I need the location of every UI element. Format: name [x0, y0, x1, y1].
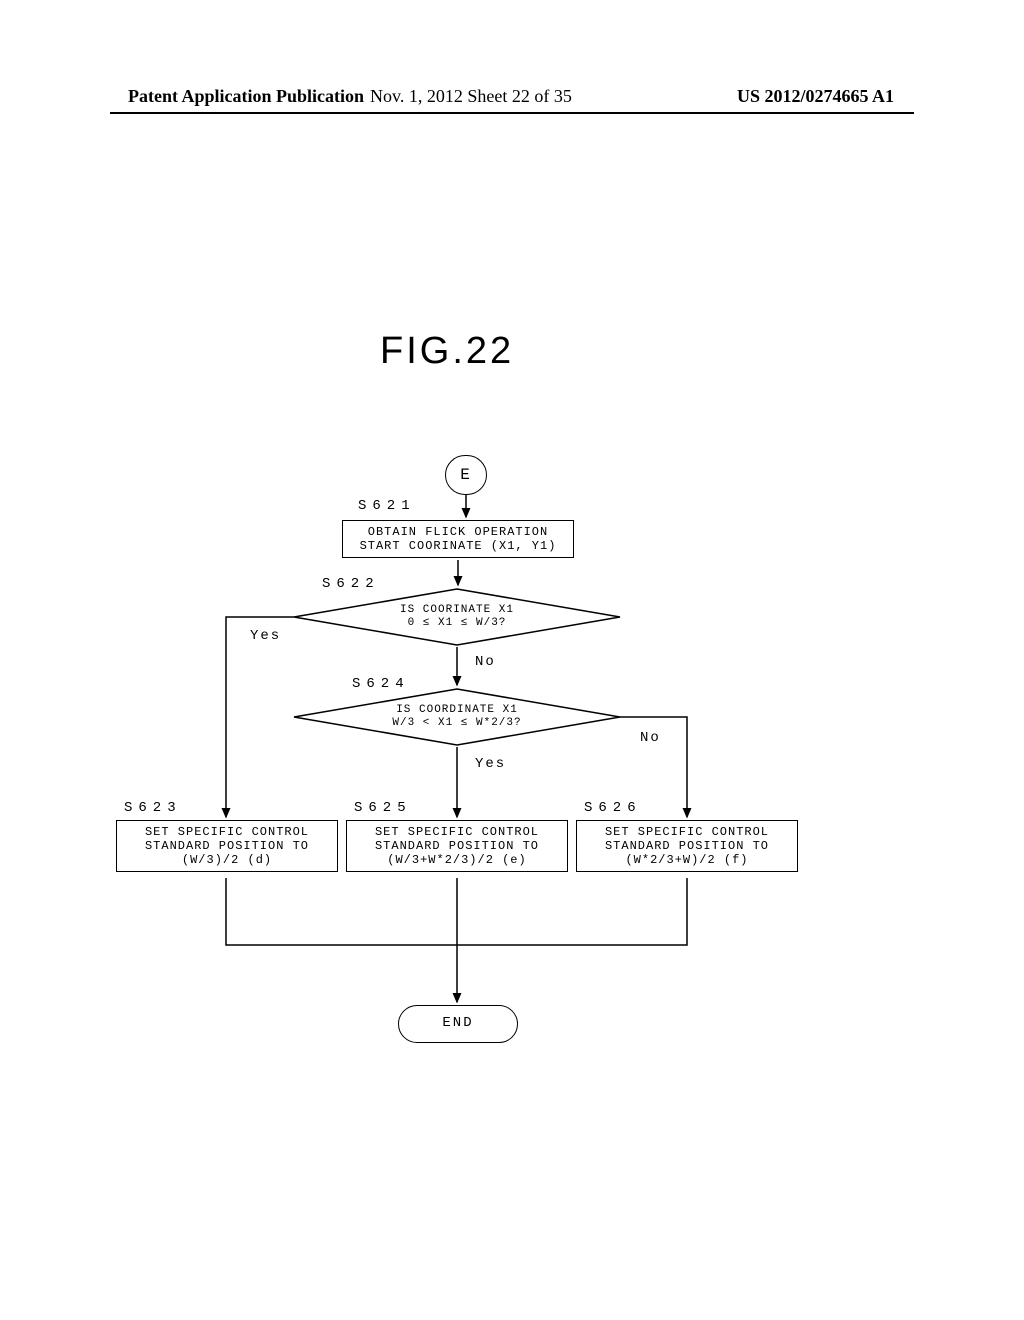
terminator-start: E [445, 455, 487, 495]
process-s625-line3: (W/3+W*2/3)/2 (e) [387, 853, 526, 867]
flow-connectors [0, 0, 1024, 1320]
step-label-s621: S621 [358, 498, 416, 514]
step-label-s625: S625 [354, 800, 412, 816]
process-s623-line1: SET SPECIFIC CONTROL [145, 825, 309, 839]
decision-s622-line1: IS COORINATE X1 [400, 604, 514, 617]
figure-title: FIG.22 [380, 330, 514, 373]
process-s621: OBTAIN FLICK OPERATION START COORINATE (… [342, 520, 574, 558]
decision-s624-line1: IS COORDINATE X1 [396, 704, 518, 717]
yes-label-s624: Yes [475, 756, 506, 772]
step-label-s623: S623 [124, 800, 182, 816]
process-s625: SET SPECIFIC CONTROL STANDARD POSITION T… [346, 820, 568, 872]
yes-label-s622: Yes [250, 628, 281, 644]
process-s621-line2: START COORINATE (X1, Y1) [360, 539, 557, 553]
terminator-end: END [398, 1005, 518, 1043]
decision-s622-line2: 0 ≤ X1 ≤ W/3? [408, 617, 507, 630]
step-label-s626: S626 [584, 800, 642, 816]
process-s623: SET SPECIFIC CONTROL STANDARD POSITION T… [116, 820, 338, 872]
process-s621-line1: OBTAIN FLICK OPERATION [368, 525, 548, 539]
header-publication-type: Patent Application Publication [128, 86, 364, 107]
decision-s624-line2: W/3 < X1 ≤ W*2/3? [392, 717, 521, 730]
process-s625-line2: STANDARD POSITION TO [375, 839, 539, 853]
header-date-sheet: Nov. 1, 2012 Sheet 22 of 35 [370, 86, 572, 107]
process-s626-line3: (W*2/3+W)/2 (f) [625, 853, 748, 867]
no-label-s624: No [640, 730, 661, 746]
header-publication-number: US 2012/0274665 A1 [737, 86, 894, 107]
no-label-s622: No [475, 654, 496, 670]
header-rule [110, 112, 914, 114]
process-s626-line1: SET SPECIFIC CONTROL [605, 825, 769, 839]
decision-s624: IS COORDINATE X1 W/3 < X1 ≤ W*2/3? [292, 687, 622, 747]
process-s626: SET SPECIFIC CONTROL STANDARD POSITION T… [576, 820, 798, 872]
process-s626-line2: STANDARD POSITION TO [605, 839, 769, 853]
process-s623-line3: (W/3)/2 (d) [182, 853, 272, 867]
decision-s622: IS COORINATE X1 0 ≤ X1 ≤ W/3? [292, 587, 622, 647]
process-s625-line1: SET SPECIFIC CONTROL [375, 825, 539, 839]
process-s623-line2: STANDARD POSITION TO [145, 839, 309, 853]
